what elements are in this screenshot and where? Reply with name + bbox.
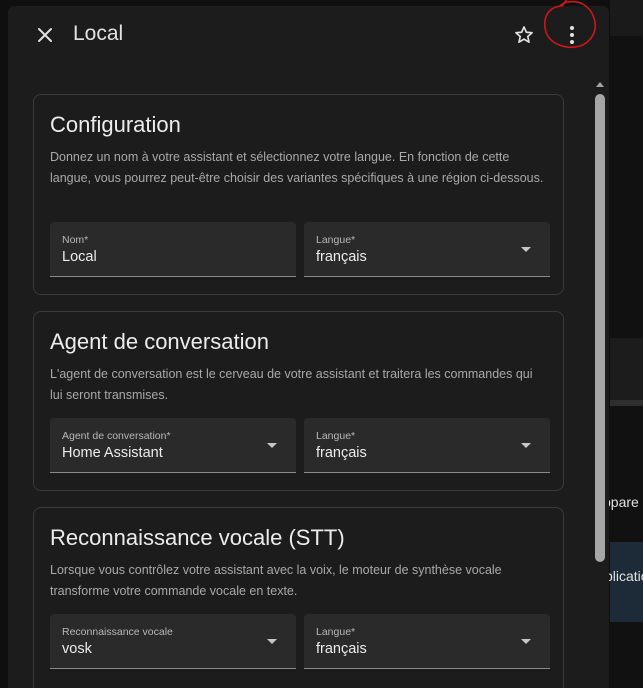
dialog-header: Local [8, 6, 609, 64]
dialog-content: Configuration Donnez un nom à votre assi… [8, 64, 588, 688]
field-value: Local [62, 249, 97, 265]
background-app-divider [610, 400, 643, 406]
dropdown-arrow-icon [521, 639, 531, 644]
speech-recognition-select[interactable]: Reconnaissance vocale vosk [50, 614, 296, 669]
language-select[interactable]: Langue* français [304, 222, 550, 277]
stt-language-select[interactable]: Langue* français [304, 614, 550, 669]
more-options-button[interactable] [557, 20, 587, 50]
field-label: Reconnaissance vocale [62, 626, 173, 638]
conversation-language-select[interactable]: Langue* français [304, 418, 550, 473]
section-title: Agent de conversation [50, 329, 269, 354]
section-title: Configuration [50, 112, 181, 137]
scrollbar-thumb[interactable] [595, 94, 605, 562]
background-app-row [610, 338, 643, 401]
dropdown-arrow-icon [521, 443, 531, 448]
section-conversation-agent: Agent de conversation L'agent de convers… [33, 311, 564, 491]
dropdown-arrow-icon [267, 443, 277, 448]
conversation-agent-select[interactable]: Agent de conversation* Home Assistant [50, 418, 296, 473]
section-description: Lorsque vous contrôlez votre assistant a… [50, 563, 502, 598]
section-configuration: Configuration Donnez un nom à votre assi… [33, 94, 564, 295]
close-button[interactable] [30, 20, 60, 50]
field-label: Nom* [62, 234, 89, 246]
field-value: français [316, 445, 367, 461]
name-field[interactable]: Nom* Local [50, 222, 296, 277]
field-label: Langue* [316, 626, 356, 638]
dialog-title: Local [73, 22, 124, 45]
section-title: Reconnaissance vocale (STT) [50, 525, 345, 550]
scroll-up-arrow-icon[interactable] [594, 78, 606, 90]
field-value: vosk [62, 641, 92, 657]
background-app-header [610, 0, 643, 36]
star-outline-icon [515, 26, 533, 43]
scrollbar[interactable] [594, 78, 606, 688]
dots-vertical-icon [570, 26, 574, 44]
dropdown-arrow-icon [521, 247, 531, 252]
section-description: L'agent de conversation est le cerveau d… [50, 367, 533, 402]
close-icon [38, 28, 52, 42]
dropdown-arrow-icon [267, 639, 277, 644]
background-app-card-text: plicatio [605, 568, 643, 584]
field-value: Home Assistant [62, 445, 163, 461]
field-label: Langue* [316, 234, 356, 246]
field-label: Langue* [316, 430, 356, 442]
assistant-settings-dialog: Local Configuration Donnez un nom à votr… [8, 6, 609, 688]
field-value: français [316, 249, 367, 265]
section-description: Donnez un nom à votre assistant et sélec… [50, 150, 544, 185]
field-value: français [316, 641, 367, 657]
favorite-button[interactable] [509, 20, 539, 50]
field-label: Agent de conversation* [62, 430, 171, 442]
section-speech-to-text: Reconnaissance vocale (STT) Lorsque vous… [33, 507, 564, 688]
